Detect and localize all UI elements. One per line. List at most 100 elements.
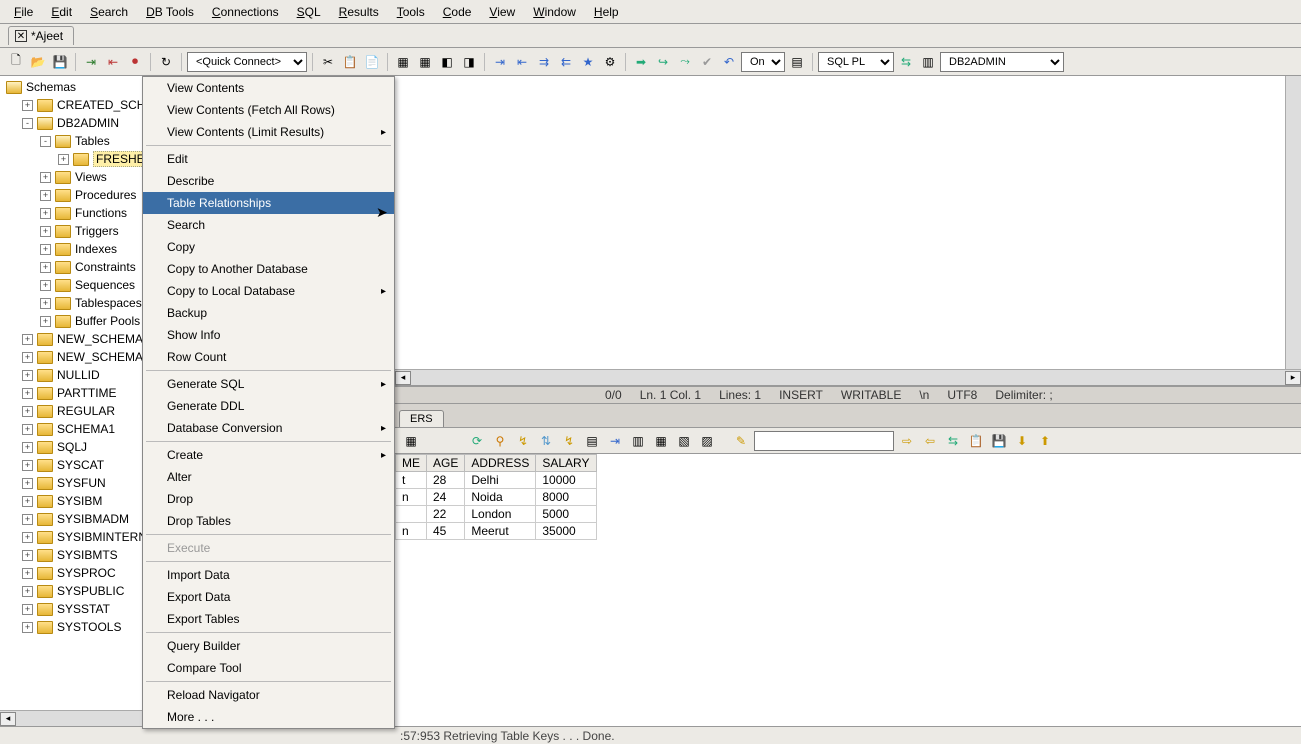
ctx-database-conversion[interactable]: Database Conversion — [143, 417, 394, 439]
run-icon[interactable]: ➡ — [631, 52, 651, 72]
ctx-search[interactable]: Search — [143, 214, 394, 236]
stop-icon[interactable]: ✔ — [697, 52, 717, 72]
ctx-describe[interactable]: Describe — [143, 170, 394, 192]
comment-icon[interactable]: ⇉ — [534, 52, 554, 72]
results-tool-icon[interactable]: ↯ — [559, 431, 579, 451]
results-tool-icon[interactable]: ▤ — [582, 431, 602, 451]
ctx-table-relationships[interactable]: Table Relationships — [143, 192, 394, 214]
ctx-compare-tool[interactable]: Compare Tool — [143, 657, 394, 679]
wand-icon[interactable]: ✎ — [731, 431, 751, 451]
ctx-alter[interactable]: Alter — [143, 466, 394, 488]
ctx-drop-tables[interactable]: Drop Tables — [143, 510, 394, 532]
lang-combo[interactable]: SQL PL — [818, 52, 894, 72]
ctx-view-contents-limit-results-[interactable]: View Contents (Limit Results) — [143, 121, 394, 143]
sql-editor[interactable]: ◂ ▸ — [395, 76, 1301, 386]
ctx-show-info[interactable]: Show Info — [143, 324, 394, 346]
grid-header[interactable]: SALARY — [536, 455, 596, 472]
new-icon[interactable]: 🗋 — [6, 52, 26, 72]
ctx-generate-sql[interactable]: Generate SQL — [143, 373, 394, 395]
ctx-copy[interactable]: Copy — [143, 236, 394, 258]
uncomment-icon[interactable]: ⇇ — [556, 52, 576, 72]
close-icon[interactable]: ✕ — [15, 30, 27, 42]
ctx-create[interactable]: Create — [143, 444, 394, 466]
results-tool-icon[interactable]: ▦ — [651, 431, 671, 451]
grid-header[interactable]: ADDRESS — [465, 455, 536, 472]
refresh-icon[interactable]: ↻ — [156, 52, 176, 72]
menu-db-tools[interactable]: DB Tools — [138, 2, 202, 22]
grid-header[interactable]: ME — [396, 455, 427, 472]
page-icon[interactable]: ▤ — [787, 52, 807, 72]
menu-code[interactable]: Code — [435, 2, 480, 22]
menu-tools[interactable]: Tools — [389, 2, 433, 22]
table-row[interactable]: t28Delhi10000 — [396, 472, 597, 489]
editor-hscrollbar[interactable]: ◂ ▸ — [395, 369, 1301, 385]
ctx-query-builder[interactable]: Query Builder — [143, 635, 394, 657]
menu-edit[interactable]: Edit — [43, 2, 80, 22]
grid-header[interactable]: AGE — [427, 455, 465, 472]
quick-connect-combo[interactable]: <Quick Connect> — [187, 52, 307, 72]
tool-icon[interactable]: ◧ — [437, 52, 457, 72]
star-icon[interactable]: ★ — [578, 52, 598, 72]
results-grid[interactable]: MEAGEADDRESSSALARYt28Delhi10000n24Noida8… — [395, 454, 1301, 726]
user-combo[interactable]: DB2ADMIN — [940, 52, 1064, 72]
ctx-export-tables[interactable]: Export Tables — [143, 608, 394, 630]
gear-icon[interactable]: ⚙ — [600, 52, 620, 72]
link-icon[interactable]: ⇆ — [896, 52, 916, 72]
up-icon[interactable]: ⬆ — [1035, 431, 1055, 451]
menu-search[interactable]: Search — [82, 2, 136, 22]
ctx-export-data[interactable]: Export Data — [143, 586, 394, 608]
ctx-edit[interactable]: Edit — [143, 148, 394, 170]
document-tab[interactable]: ✕ *Ajeet — [8, 26, 74, 45]
results-tool-icon[interactable]: ⚲ — [490, 431, 510, 451]
results-search-input[interactable] — [754, 431, 894, 451]
outdent-icon[interactable]: ⇤ — [512, 52, 532, 72]
ctx-copy-to-local-database[interactable]: Copy to Local Database — [143, 280, 394, 302]
copy-icon[interactable]: 📋 — [340, 52, 360, 72]
results-tool-icon[interactable]: ▧ — [674, 431, 694, 451]
mode-combo[interactable]: On — [741, 52, 785, 72]
connect-icon[interactable]: ⇥ — [81, 52, 101, 72]
results-tool-icon[interactable]: ⇥ — [605, 431, 625, 451]
doc-icon[interactable]: ▥ — [918, 52, 938, 72]
ctx-view-contents-fetch-all-rows-[interactable]: View Contents (Fetch All Rows) — [143, 99, 394, 121]
table-row[interactable]: n24Noida8000 — [396, 489, 597, 506]
next-icon[interactable]: ⇨ — [897, 431, 917, 451]
save-icon[interactable]: 💾 — [50, 52, 70, 72]
link-icon[interactable]: ⇆ — [943, 431, 963, 451]
results-tab[interactable]: ERS — [399, 410, 444, 427]
ctx-backup[interactable]: Backup — [143, 302, 394, 324]
menu-results[interactable]: Results — [331, 2, 387, 22]
menu-connections[interactable]: Connections — [204, 2, 287, 22]
ctx-import-data[interactable]: Import Data — [143, 564, 394, 586]
tool-icon[interactable]: ▦ — [415, 52, 435, 72]
editor-vscrollbar[interactable] — [1285, 76, 1301, 369]
run-step-icon[interactable]: ↪ — [653, 52, 673, 72]
indent-icon[interactable]: ⇥ — [490, 52, 510, 72]
menu-window[interactable]: Window — [525, 2, 584, 22]
disconnect-icon[interactable]: ⇤ — [103, 52, 123, 72]
results-tool-icon[interactable]: ▦ — [401, 431, 421, 451]
ctx-reload-navigator[interactable]: Reload Navigator — [143, 684, 394, 706]
commit-icon[interactable]: ⏺ — [125, 52, 145, 72]
ctx-generate-ddl[interactable]: Generate DDL — [143, 395, 394, 417]
menu-sql[interactable]: SQL — [289, 2, 329, 22]
menu-help[interactable]: Help — [586, 2, 627, 22]
context-menu[interactable]: View ContentsView Contents (Fetch All Ro… — [142, 76, 395, 729]
scroll-right-icon[interactable]: ▸ — [1285, 371, 1301, 385]
open-icon[interactable]: 📂 — [28, 52, 48, 72]
ctx-copy-to-another-database[interactable]: Copy to Another Database — [143, 258, 394, 280]
run-all-icon[interactable]: ⤳ — [675, 52, 695, 72]
results-tool-icon[interactable]: ↯ — [513, 431, 533, 451]
tool-icon[interactable]: ◨ — [459, 52, 479, 72]
scroll-left-icon[interactable]: ◂ — [0, 712, 16, 726]
scroll-left-icon[interactable]: ◂ — [395, 371, 411, 385]
down-icon[interactable]: ⬇ — [1012, 431, 1032, 451]
prev-icon[interactable]: ⇦ — [920, 431, 940, 451]
ctx-view-contents[interactable]: View Contents — [143, 77, 394, 99]
results-tool-icon[interactable]: ⟳ — [467, 431, 487, 451]
menu-file[interactable]: File — [6, 2, 41, 22]
paste-icon[interactable]: 📄 — [362, 52, 382, 72]
menu-view[interactable]: View — [481, 2, 523, 22]
ctx-row-count[interactable]: Row Count — [143, 346, 394, 368]
ctx-more-[interactable]: More . . . — [143, 706, 394, 728]
